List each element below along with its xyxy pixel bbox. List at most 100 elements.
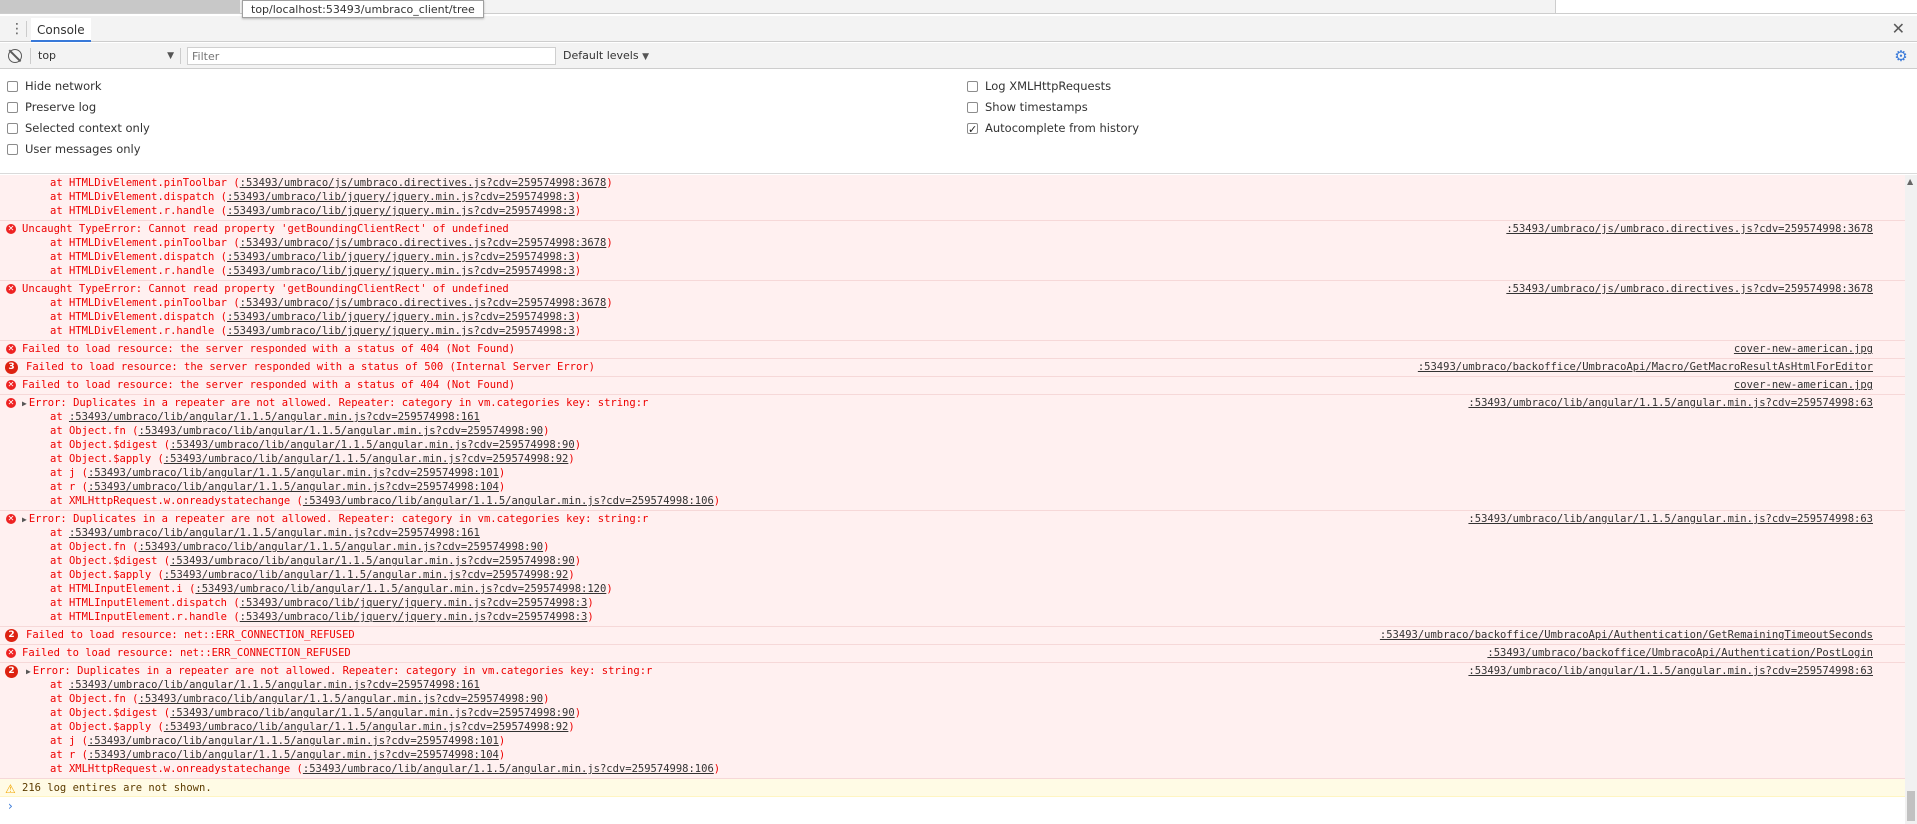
stack-frame-link[interactable]: :53493/umbraco/lib/angular/1.1.5/angular… [139, 425, 544, 437]
stack-frame-text: at Object.fn ( [50, 693, 139, 705]
console-message[interactable]: at HTMLDivElement.pinToolbar (:53493/umb… [0, 175, 1905, 221]
setting-show-timestamps[interactable]: Show timestamps [967, 97, 1088, 117]
stack-frame-link[interactable]: :53493/umbraco/lib/angular/1.1.5/angular… [88, 735, 499, 747]
message-source-link[interactable]: :53493/umbraco/lib/angular/1.1.5/angular… [1468, 396, 1873, 410]
stack-frame-link[interactable]: :53493/umbraco/lib/angular/1.1.5/angular… [164, 453, 569, 465]
context-selector[interactable]: top ▼ [38, 48, 174, 64]
more-tools-icon[interactable]: ⋮ [10, 20, 24, 38]
setting-log-xmlhttprequests[interactable]: Log XMLHttpRequests [967, 76, 1111, 96]
stack-frame-link[interactable]: :53493/umbraco/lib/angular/1.1.5/angular… [88, 481, 499, 493]
stack-frame-link[interactable]: :53493/umbraco/js/umbraco.directives.js?… [240, 297, 607, 309]
expand-triangle-icon[interactable]: ▶ [22, 513, 27, 527]
setting-user-messages-only[interactable]: User messages only [7, 139, 141, 159]
stack-frame-link[interactable]: :53493/umbraco/lib/angular/1.1.5/angular… [195, 583, 606, 595]
checkbox[interactable] [967, 102, 978, 113]
checkbox[interactable] [967, 81, 978, 92]
stack-frame-text: at HTMLDivElement.r.handle ( [50, 205, 228, 217]
console-message[interactable]: 2 Failed to load resource: net::ERR_CONNE… [0, 627, 1905, 645]
setting-selected-context-only[interactable]: Selected context only [7, 118, 150, 138]
expand-triangle-icon[interactable]: ▶ [22, 397, 27, 411]
stack-frame-link[interactable]: :53493/umbraco/lib/angular/1.1.5/angular… [139, 693, 544, 705]
horizontal-scrollbar-thumb[interactable] [0, 0, 240, 13]
message-source-link[interactable]: :53493/umbraco/backoffice/UmbracoApi/Aut… [1380, 628, 1873, 642]
stack-frame-link[interactable]: :53493/umbraco/lib/angular/1.1.5/angular… [170, 707, 575, 719]
message-source-link[interactable]: :53493/umbraco/backoffice/UmbracoApi/Aut… [1487, 646, 1873, 660]
close-drawer-icon[interactable]: ✕ [1892, 18, 1905, 40]
stack-frame-link[interactable]: :53493/umbraco/lib/angular/1.1.5/angular… [139, 541, 544, 553]
stack-frame-link[interactable]: :53493/umbraco/lib/jquery/jquery.min.js?… [240, 611, 588, 623]
console-message[interactable]: 2 ▶ Error: Duplicates in a repeater are no… [0, 663, 1905, 779]
stack-frame-link[interactable]: :53493/umbraco/lib/angular/1.1.5/angular… [170, 439, 575, 451]
stack-frame-link[interactable]: :53493/umbraco/js/umbraco.directives.js?… [240, 177, 607, 189]
console-vertical-scrollbar[interactable]: ▲ [1905, 175, 1917, 824]
checkbox[interactable] [7, 123, 18, 134]
console-message[interactable]: ✕ Failed to load resource: the server res… [0, 377, 1905, 395]
stack-frame: at HTMLDivElement.dispatch (:53493/umbra… [0, 250, 1905, 264]
checkbox[interactable] [967, 120, 978, 140]
top-strip-panel [1555, 0, 1917, 13]
clear-console-icon[interactable] [8, 49, 22, 63]
stack-frame-link[interactable]: :53493/umbraco/lib/jquery/jquery.min.js?… [240, 597, 588, 609]
console-message[interactable]: ✕ Failed to load resource: the server res… [0, 341, 1905, 359]
stack-frame-link[interactable]: :53493/umbraco/lib/angular/1.1.5/angular… [303, 763, 714, 775]
message-source-link[interactable]: :53493/umbraco/lib/angular/1.1.5/angular… [1468, 512, 1873, 526]
stack-frame-text: ) [574, 439, 582, 451]
stack-frame-text: ) [498, 735, 506, 747]
settings-gear-icon[interactable]: ⚙ [1893, 48, 1909, 64]
stack-frame-link[interactable]: :53493/umbraco/lib/jquery/jquery.min.js?… [227, 251, 575, 263]
repeat-count-badge: 2 [5, 665, 18, 678]
stack-frame: at Object.$digest (:53493/umbraco/lib/an… [0, 438, 1905, 452]
stack-frame-link[interactable]: :53493/umbraco/lib/jquery/jquery.min.js?… [227, 265, 575, 277]
checkbox[interactable] [7, 102, 18, 113]
log-levels-dropdown[interactable]: Default levels ▼ [563, 48, 649, 64]
scroll-up-icon[interactable]: ▲ [1907, 177, 1913, 186]
console-message[interactable]: ✕ Uncaught TypeError: Cannot read propert… [0, 281, 1905, 341]
console-prompt[interactable]: › [0, 797, 1905, 815]
message-source-link[interactable]: :53493/umbraco/js/umbraco.directives.js?… [1506, 222, 1873, 236]
checkbox[interactable] [7, 144, 18, 155]
message-text: Error: Duplicates in a repeater are not … [32, 665, 653, 677]
stack-frame: at Object.$digest (:53493/umbraco/lib/an… [0, 706, 1905, 720]
stack-frame-link[interactable]: :53493/umbraco/lib/angular/1.1.5/angular… [69, 679, 480, 691]
expand-triangle-icon[interactable]: ▶ [26, 665, 31, 679]
devtools-tab-bar: ⋮ Console ✕ [0, 16, 1917, 42]
message-source-link[interactable]: :53493/umbraco/lib/angular/1.1.5/angular… [1468, 664, 1873, 678]
message-source-link[interactable]: :53493/umbraco/js/umbraco.directives.js?… [1506, 282, 1873, 296]
stack-frame-text: at HTMLDivElement.pinToolbar ( [50, 177, 240, 189]
stack-frame: at Object.fn (:53493/umbraco/lib/angular… [0, 540, 1905, 554]
console-message[interactable]: 3 Failed to load resource: the server res… [0, 359, 1905, 377]
stack-frame: at :53493/umbraco/lib/angular/1.1.5/angu… [0, 526, 1905, 540]
stack-frame-link[interactable]: :53493/umbraco/js/umbraco.directives.js?… [240, 237, 607, 249]
stack-frame-link[interactable]: :53493/umbraco/lib/angular/1.1.5/angular… [170, 555, 575, 567]
stack-frame-text: at XMLHttpRequest.w.onreadystatechange ( [50, 495, 303, 507]
stack-frame-link[interactable]: :53493/umbraco/lib/jquery/jquery.min.js?… [227, 325, 575, 337]
message-source-link[interactable]: cover-new-american.jpg [1734, 378, 1873, 392]
stack-frame-link[interactable]: :53493/umbraco/lib/jquery/jquery.min.js?… [227, 205, 575, 217]
console-message[interactable]: ✕ ▶ Error: Duplicates in a repeater are no… [0, 511, 1905, 627]
setting-preserve-log[interactable]: Preserve log [7, 97, 96, 117]
stack-frame-link[interactable]: :53493/umbraco/lib/angular/1.1.5/angular… [164, 569, 569, 581]
console-message[interactable]: ✕ ▶ Error: Duplicates in a repeater are no… [0, 395, 1905, 511]
console-message[interactable]: ✕ Failed to load resource: net::ERR_CONNE… [0, 645, 1905, 663]
stack-frame-link[interactable]: :53493/umbraco/lib/angular/1.1.5/angular… [69, 527, 480, 539]
log-levels-label: Default levels [563, 49, 639, 62]
error-icon: ✕ [6, 380, 16, 390]
stack-frame-link[interactable]: :53493/umbraco/lib/jquery/jquery.min.js?… [227, 191, 575, 203]
stack-frame-link[interactable]: :53493/umbraco/lib/angular/1.1.5/angular… [303, 495, 714, 507]
tab-console[interactable]: Console [31, 18, 91, 42]
stack-frame-link[interactable]: :53493/umbraco/lib/angular/1.1.5/angular… [88, 749, 499, 761]
stack-frame-link[interactable]: :53493/umbraco/lib/angular/1.1.5/angular… [69, 411, 480, 423]
checkbox[interactable] [7, 81, 18, 92]
context-selector-value: top [38, 49, 57, 62]
scrollbar-thumb[interactable] [1907, 791, 1915, 821]
stack-frame-link[interactable]: :53493/umbraco/lib/angular/1.1.5/angular… [88, 467, 499, 479]
filter-input[interactable] [187, 47, 556, 65]
setting-hide-network[interactable]: Hide network [7, 76, 102, 96]
stack-frame-link[interactable]: :53493/umbraco/lib/jquery/jquery.min.js?… [227, 311, 575, 323]
setting-autocomplete-from-history[interactable]: Autocomplete from history [967, 118, 1139, 140]
message-source-link[interactable]: cover-new-american.jpg [1734, 342, 1873, 356]
stack-frame-text: at Object.$digest ( [50, 707, 171, 719]
console-message[interactable]: ✕ Uncaught TypeError: Cannot read propert… [0, 221, 1905, 281]
stack-frame-link[interactable]: :53493/umbraco/lib/angular/1.1.5/angular… [164, 721, 569, 733]
message-source-link[interactable]: :53493/umbraco/backoffice/UmbracoApi/Mac… [1418, 360, 1873, 374]
